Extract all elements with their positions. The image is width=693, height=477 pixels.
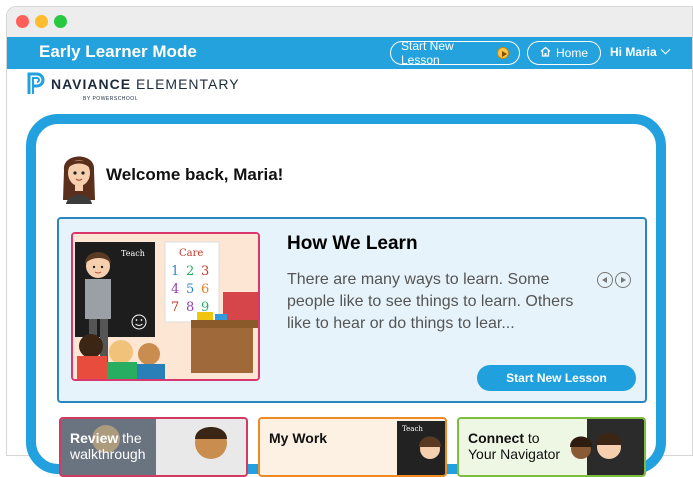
chart-number-4: 4 [171,282,179,297]
brand-subtitle: BY POWERSCHOOL [83,96,138,102]
chart-number-3: 3 [201,264,209,279]
chart-title: Care [179,248,203,259]
review-tile-rest: the [118,430,142,446]
my-work-tile[interactable]: Teach My Work [258,417,447,477]
chart-number-5: 5 [186,282,194,297]
connect-navigator-tile[interactable]: Connect to Your Navigator [457,417,646,477]
home-button[interactable]: Home [527,41,601,65]
chart-number-7: 7 [171,300,179,315]
board-label: Teach [121,249,145,258]
review-tile-label: Review the walkthrough [70,430,146,462]
lesson-illustration: Teach Care 1 2 3 4 5 6 7 8 9 [71,232,260,381]
brand-logo: NAVIANCE ELEMENTARY BY POWERSCHOOL [27,72,240,102]
review-tile-line2: walkthrough [70,446,146,462]
brand-name-bold: NAVIANCE [51,76,132,92]
home-icon [540,46,551,60]
connect-tile-bold: Connect [468,430,524,446]
start-new-lesson-label: Start New Lesson [401,39,454,67]
start-new-lesson-button[interactable]: Start New Lesson [477,365,636,391]
welcome-text: Welcome back, Maria! [106,165,284,184]
lesson-title: How We Learn [287,233,418,254]
connect-tile-rest: to [524,430,540,446]
lesson-carousel-controls [597,272,631,288]
chevron-down-icon [660,44,671,55]
avatar [60,146,98,204]
chart-number-6: 6 [201,282,209,297]
minimize-window-button[interactable] [35,15,48,28]
start-new-lesson-nav-button[interactable]: Start New Lesson [390,39,520,67]
brand-name: NAVIANCE ELEMENTARY [51,76,240,92]
home-label: Home [555,46,588,60]
lesson-card: Teach Care 1 2 3 4 5 6 7 8 9 How We Lear… [57,217,647,403]
maximize-window-button[interactable] [54,15,67,28]
close-window-button[interactable] [16,15,29,28]
chart-number-1: 1 [171,264,179,279]
naviance-logo-icon [27,72,45,96]
user-menu[interactable]: Hi Maria [610,44,671,59]
connect-tile-line2: Your Navigator [468,446,561,462]
lesson-description: There are many ways to learn. Some peopl… [287,271,574,332]
next-lesson-icon[interactable] [615,272,631,288]
my-work-tile-bold: My Work [269,430,328,446]
chart-number-2: 2 [186,264,194,279]
my-work-tile-label: My Work [269,430,327,446]
top-nav-bar: Early Learner Mode Start New Lesson Home… [7,37,692,69]
previous-lesson-icon[interactable] [597,272,613,288]
play-icon [497,47,509,59]
connect-tile-label: Connect to Your Navigator [468,430,560,462]
window-titlebar [7,7,692,37]
my-work-board-label: Teach [402,425,423,433]
mode-title: Early Learner Mode [39,42,197,61]
review-tile-bold: Review [70,430,119,446]
welcome-banner: Welcome back, Maria! [60,146,283,204]
chart-number-8: 8 [186,300,194,315]
brand-name-rest: ELEMENTARY [135,76,240,92]
review-walkthrough-tile[interactable]: Review the walkthrough [59,417,248,477]
user-greeting: Hi Maria [610,45,657,59]
